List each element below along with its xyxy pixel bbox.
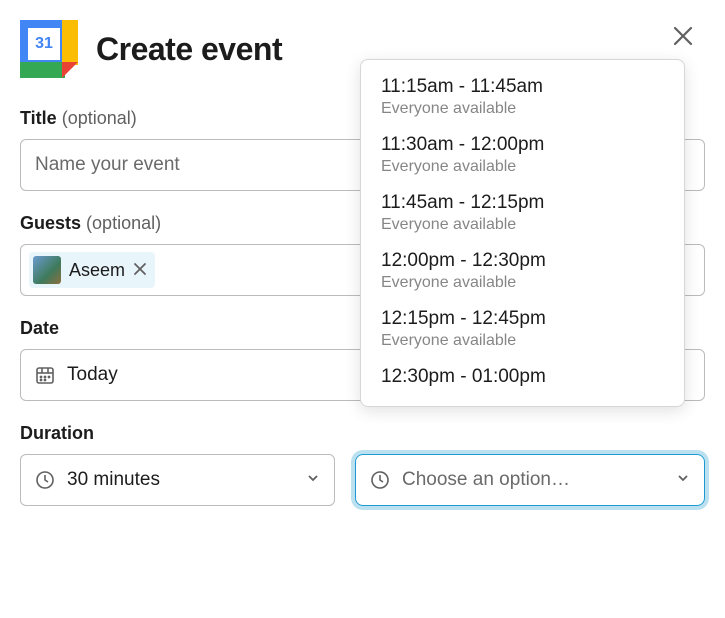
time-range: 12:15pm - 12:45pm: [381, 308, 664, 330]
optional-hint: (optional): [86, 213, 161, 233]
availability-text: Everyone available: [381, 158, 664, 176]
guest-name: Aseem: [69, 260, 125, 281]
time-range: 11:30am - 12:00pm: [381, 134, 664, 156]
time-option[interactable]: 11:45am - 12:15pm Everyone available: [361, 184, 684, 242]
time-option[interactable]: 12:00pm - 12:30pm Everyone available: [361, 242, 684, 300]
guest-chip: Aseem: [29, 252, 155, 288]
duration-select[interactable]: 30 minutes: [20, 454, 335, 506]
google-calendar-icon: 31: [20, 20, 78, 78]
time-option[interactable]: 12:30pm - 01:00pm: [361, 358, 684, 398]
time-placeholder: Choose an option…: [402, 469, 570, 491]
time-range: 12:30pm - 01:00pm: [381, 366, 664, 388]
close-icon: [672, 23, 694, 54]
duration-value: 30 minutes: [67, 469, 160, 491]
time-range: 11:45am - 12:15pm: [381, 192, 664, 214]
close-button[interactable]: [665, 20, 701, 56]
remove-guest-button[interactable]: [133, 260, 147, 281]
time-option[interactable]: 11:15am - 11:45am Everyone available: [361, 68, 684, 126]
time-option[interactable]: 12:15pm - 12:45pm Everyone available: [361, 300, 684, 358]
time-range: 11:15am - 11:45am: [381, 76, 664, 98]
calendar-grid-icon: [35, 365, 55, 385]
modal-title: Create event: [96, 31, 282, 68]
date-value: Today: [67, 364, 118, 386]
availability-text: Everyone available: [381, 332, 664, 350]
chevron-down-icon: [676, 469, 690, 491]
availability-text: Everyone available: [381, 216, 664, 234]
clock-icon: [370, 470, 390, 490]
optional-hint: (optional): [62, 108, 137, 128]
duration-label: Duration: [20, 423, 705, 444]
chevron-down-icon: [306, 469, 320, 491]
calendar-day-number: 31: [28, 28, 60, 60]
clock-icon: [35, 470, 55, 490]
avatar: [33, 256, 61, 284]
time-option[interactable]: 11:30am - 12:00pm Everyone available: [361, 126, 684, 184]
time-options-dropdown: 11:15am - 11:45am Everyone available 11:…: [360, 59, 685, 407]
time-range: 12:00pm - 12:30pm: [381, 250, 664, 272]
time-select[interactable]: Choose an option…: [355, 454, 705, 506]
duration-field-group: Duration 30 minutes: [20, 423, 705, 506]
availability-text: Everyone available: [381, 274, 664, 292]
availability-text: Everyone available: [381, 100, 664, 118]
